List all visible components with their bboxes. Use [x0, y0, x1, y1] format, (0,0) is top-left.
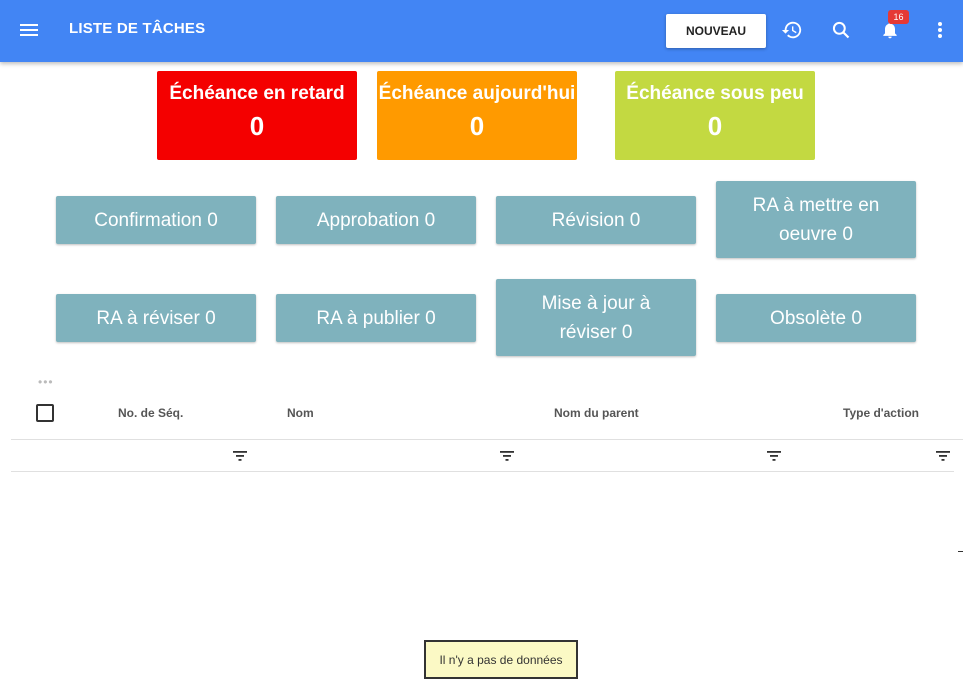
card-label: Échéance en retard	[169, 83, 345, 104]
notification-badge: 16	[888, 10, 909, 24]
card-due-soon[interactable]: Échéance sous peu 0	[615, 71, 815, 160]
search-icon[interactable]	[827, 16, 855, 44]
task-button-label: Révision 0	[551, 209, 641, 231]
task-button-approval[interactable]: Approbation 0	[276, 196, 476, 244]
task-button-update-review[interactable]: Mise à jour à réviser 0	[496, 279, 696, 356]
card-overdue[interactable]: Échéance en retard 0	[157, 71, 357, 160]
scroll-edge-marker	[958, 551, 963, 552]
new-button[interactable]: NOUVEAU	[666, 14, 766, 48]
task-button-obsolete[interactable]: Obsolète 0	[716, 294, 916, 342]
column-header-action-type[interactable]: Type d'action	[843, 406, 919, 420]
task-button-confirmation[interactable]: Confirmation 0	[56, 196, 256, 244]
filter-icon[interactable]	[935, 449, 951, 463]
task-button-label: RA à publier 0	[316, 307, 436, 329]
column-header-name[interactable]: Nom	[287, 406, 314, 420]
select-all-checkbox[interactable]	[36, 404, 54, 422]
header-divider	[11, 439, 963, 440]
app-bar: LISTE DE TÂCHES NOUVEAU 16	[0, 0, 963, 62]
column-header-parent-name[interactable]: Nom du parent	[554, 406, 639, 420]
task-button-label: RA à réviser 0	[96, 307, 216, 329]
task-button-label: réviser 0	[559, 321, 633, 343]
empty-state-message: Il n'y a pas de données	[424, 640, 578, 679]
task-button-label: Mise à jour à	[541, 292, 651, 314]
card-label: Échéance sous peu	[626, 83, 804, 104]
menu-icon[interactable]	[14, 15, 44, 45]
card-value: 0	[249, 111, 265, 141]
filter-icon[interactable]	[766, 449, 782, 463]
card-value: 0	[469, 111, 485, 141]
task-button-label: RA à mettre en	[752, 194, 880, 216]
filter-row-divider	[11, 471, 954, 472]
history-icon[interactable]	[778, 16, 806, 44]
filter-icon[interactable]	[499, 449, 515, 463]
task-button-revision[interactable]: Révision 0	[496, 196, 696, 244]
card-value: 0	[707, 111, 723, 141]
task-button-ra-review[interactable]: RA à réviser 0	[56, 294, 256, 342]
filter-icon[interactable]	[232, 449, 248, 463]
task-button-label: Obsolète 0	[770, 307, 862, 329]
card-due-today[interactable]: Échéance aujourd'hui 0	[377, 71, 577, 160]
page-title: LISTE DE TÂCHES	[69, 20, 206, 37]
drag-handle-icon[interactable]: •••	[38, 375, 54, 389]
card-label: Échéance aujourd'hui	[378, 83, 576, 104]
more-vert-icon[interactable]	[926, 16, 954, 44]
task-button-label: Approbation 0	[316, 209, 436, 231]
task-button-ra-publish[interactable]: RA à publier 0	[276, 294, 476, 342]
task-button-ra-implement[interactable]: RA à mettre en oeuvre 0	[716, 181, 916, 258]
column-header-seq-no[interactable]: No. de Séq.	[118, 406, 183, 420]
task-button-label: Confirmation 0	[94, 209, 218, 231]
task-button-label: oeuvre 0	[779, 223, 853, 245]
